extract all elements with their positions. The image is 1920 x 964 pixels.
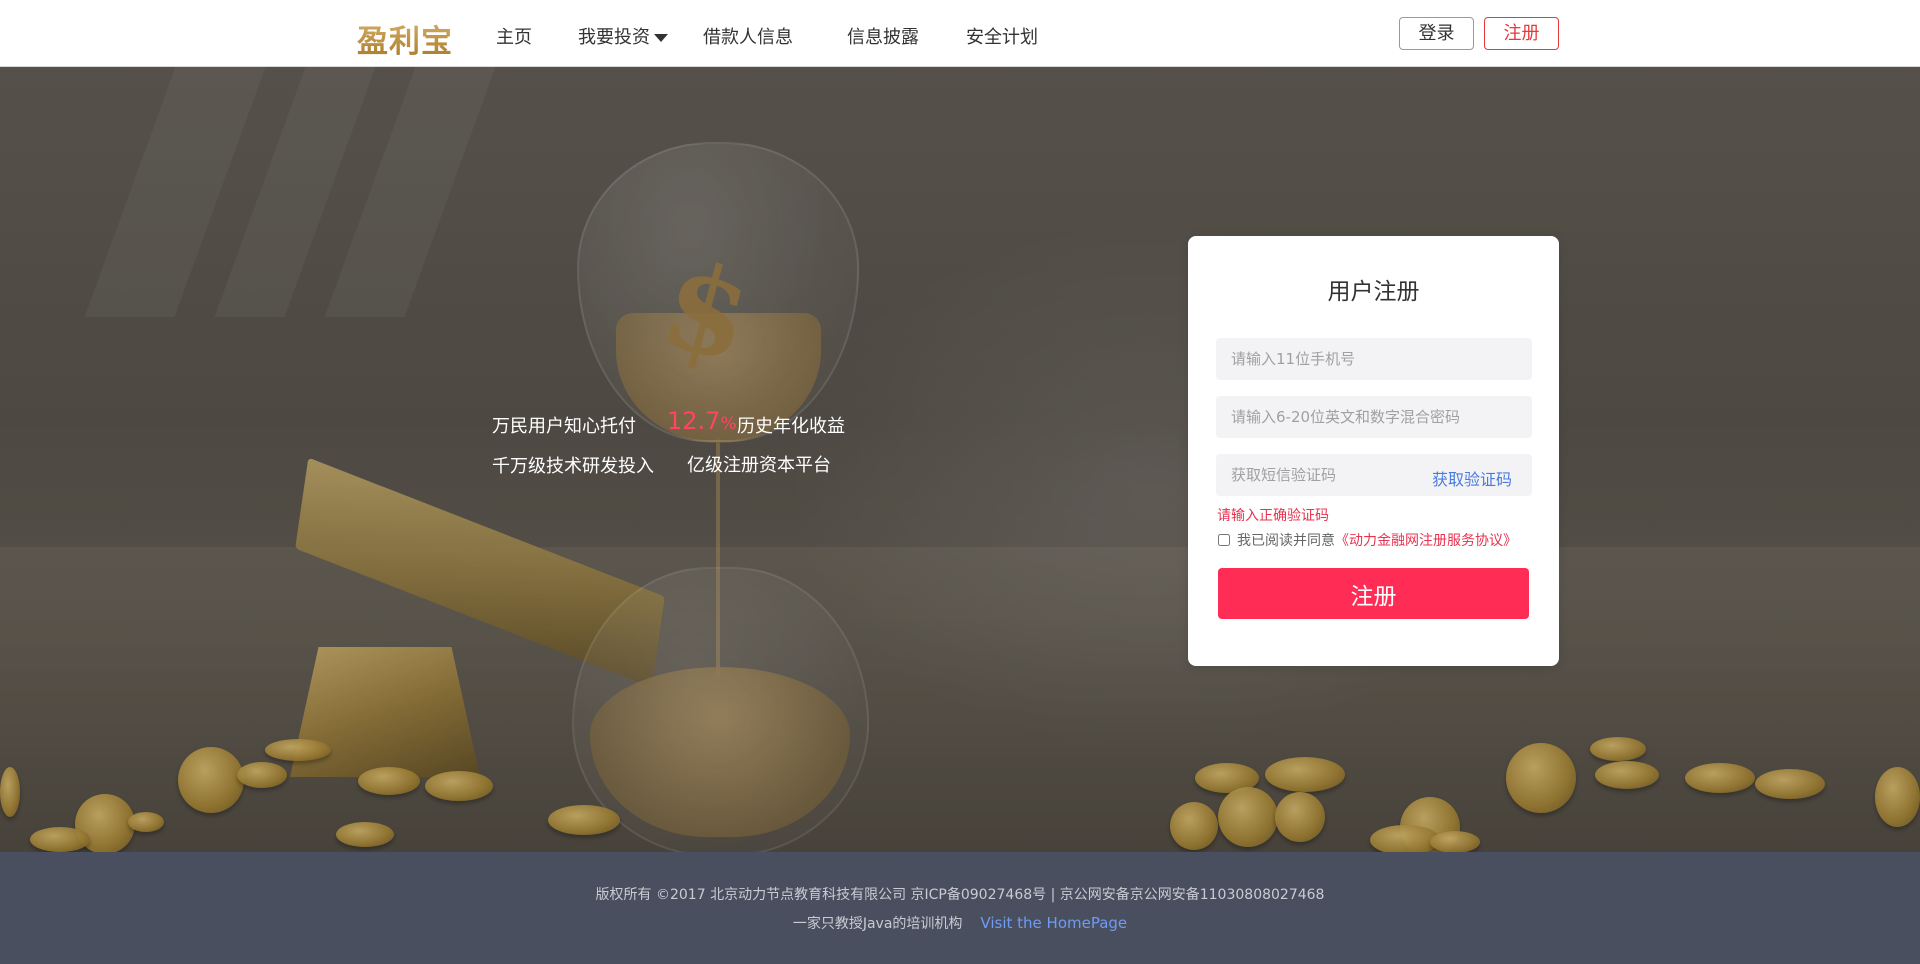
nav-home[interactable]: 主页 (496, 23, 532, 49)
hero-overlay (0, 67, 1920, 852)
nav-disclosure[interactable]: 信息披露 (847, 23, 919, 49)
agreement-row: 我已阅读并同意 《动力金融网注册服务协议》 (1217, 530, 1517, 550)
footer-copyright: 版权所有 ©2017 北京动力节点教育科技有限公司 京ICP备09027468号… (595, 887, 1325, 903)
site-logo[interactable]: 盈利宝 (357, 16, 453, 61)
slogan-rate: 12.7% (667, 409, 737, 433)
register-submit-button[interactable]: 注册 (1218, 568, 1529, 619)
nav-invest-label: 我要投资 (578, 27, 650, 48)
nav-invest[interactable]: 我要投资 (578, 23, 668, 49)
footer-tagline: 一家只教授Java的培训机构 (792, 916, 963, 932)
agreement-link[interactable]: 《动力金融网注册服务协议》 (1335, 530, 1517, 550)
nav-security-plan[interactable]: 安全计划 (966, 23, 1038, 49)
slogan-annual-yield: 历史年化收益 (737, 416, 845, 437)
footer-tagline-row: 一家只教授Java的培训机构 Visit the HomePage (0, 913, 1920, 933)
login-button[interactable]: 登录 (1399, 17, 1474, 50)
rate-value: 12.7 (667, 407, 721, 435)
slogan-tech: 千万级技术研发投入 (492, 456, 654, 477)
agree-checkbox[interactable] (1218, 534, 1230, 546)
slogan-users: 万民用户知心托付 (492, 416, 636, 437)
homepage-link[interactable]: Visit the HomePage (980, 914, 1127, 932)
footer: 版权所有 ©2017 北京动力节点教育科技有限公司 京ICP备09027468号… (0, 852, 1920, 964)
phone-input[interactable] (1216, 338, 1532, 380)
slogan-capital: 亿级注册资本平台 (687, 455, 831, 476)
register-title: 用户注册 (1327, 279, 1420, 305)
top-header: 盈利宝 主页 我要投资 借款人信息 信息披露 安全计划 登录 注册 (0, 0, 1920, 67)
error-message: 请输入正确验证码 (1217, 508, 1329, 524)
hero-banner: $ (0, 67, 1920, 852)
get-code-button[interactable]: 获取验证码 (1432, 466, 1512, 490)
rate-unit: % (720, 414, 737, 434)
register-header-button[interactable]: 注册 (1484, 17, 1559, 50)
password-input[interactable] (1216, 396, 1532, 438)
agree-text: 我已阅读并同意 (1237, 533, 1335, 549)
nav-borrower-info[interactable]: 借款人信息 (703, 23, 793, 49)
chevron-down-icon (654, 34, 668, 42)
